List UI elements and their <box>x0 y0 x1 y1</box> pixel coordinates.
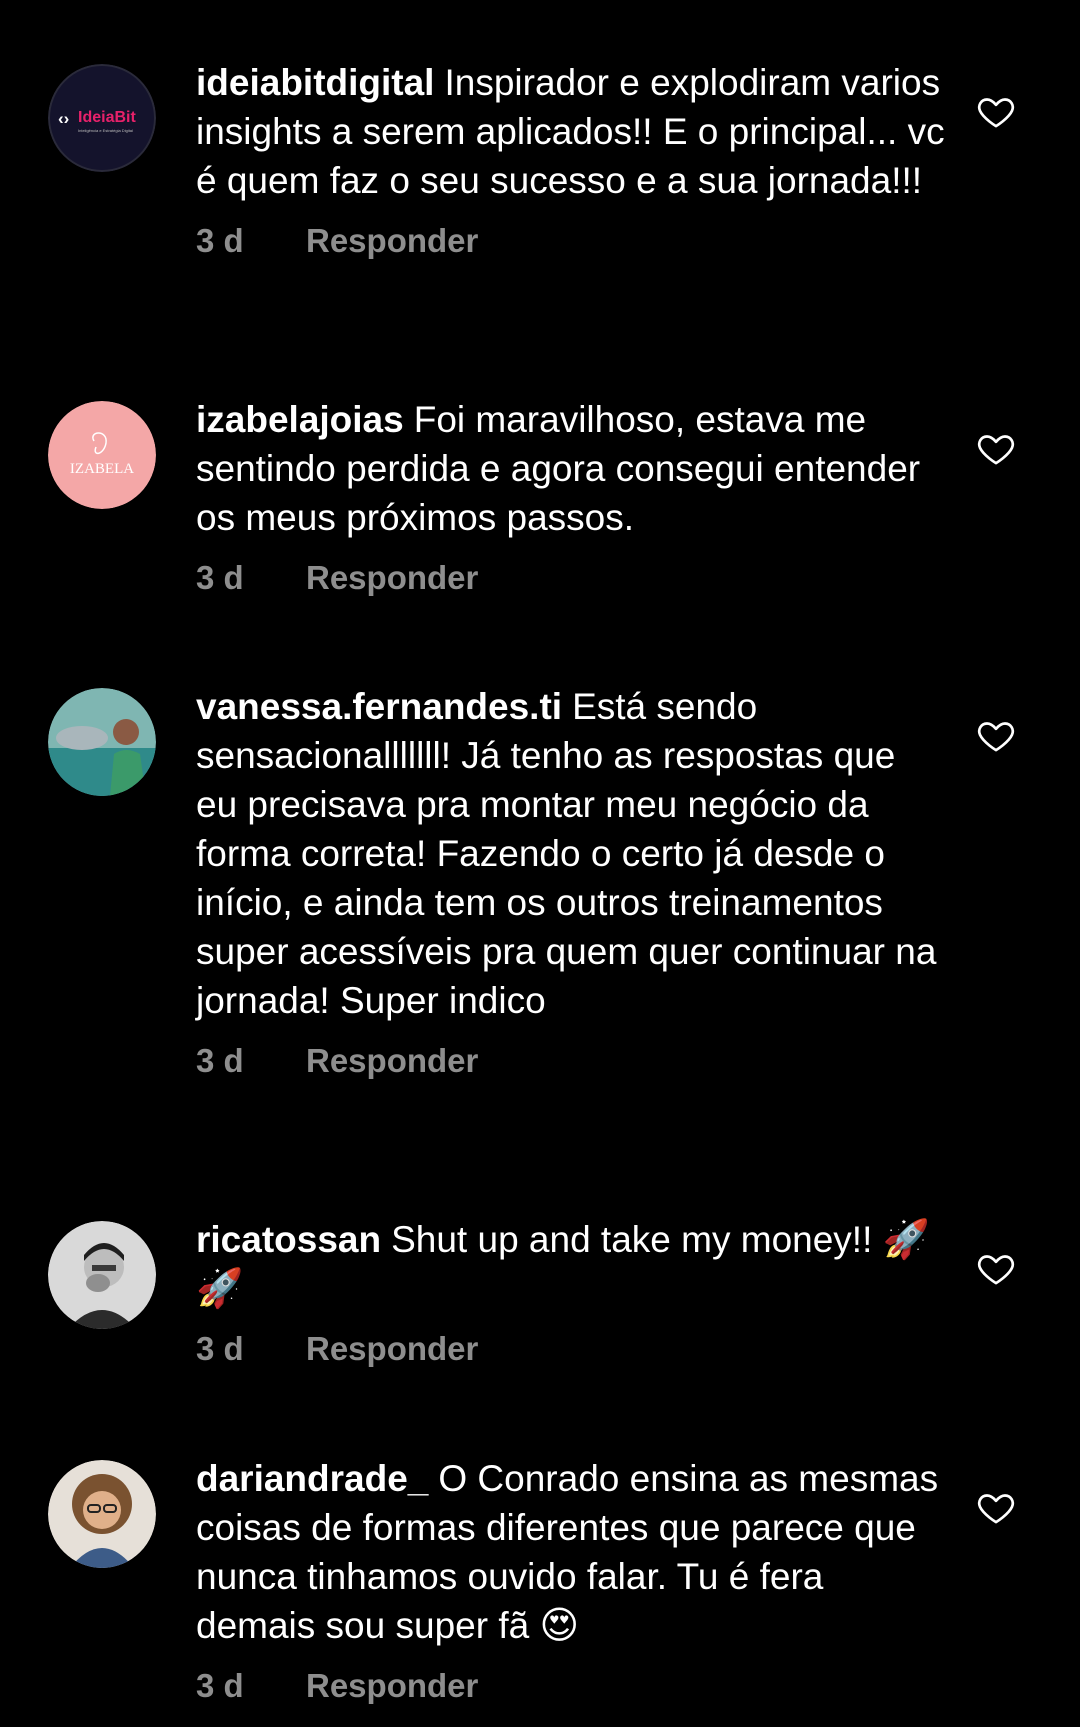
comment-text: Está sendo sensacionalllllll! Já tenho a… <box>196 686 937 1021</box>
comment-username[interactable]: ideiabitdigital <box>196 62 434 103</box>
comment-username[interactable]: ricatossan <box>196 1219 381 1260</box>
comment-username[interactable]: izabelajoias <box>196 399 404 440</box>
heart-icon[interactable] <box>976 1249 1016 1289</box>
avatar[interactable] <box>48 1221 156 1329</box>
heart-icon[interactable] <box>976 429 1016 469</box>
comment-text-block: vanessa.fernandes.ti Está sendo sensacion… <box>196 682 946 1025</box>
comment-body: ricatossan Shut up and take my money!! 🚀🚀… <box>196 1215 946 1371</box>
comments-list: ‹› IdeiaBit Inteligência e Estratégia Di… <box>0 0 1080 1727</box>
comment-body: izabelajoias Foi maravilhoso, estava me s… <box>196 395 946 600</box>
comment-time: 3 d <box>196 559 244 596</box>
comment-meta: 3 d Responder <box>196 1327 946 1371</box>
heart-icon[interactable] <box>976 92 1016 132</box>
comment-time: 3 d <box>196 222 244 259</box>
comment-text-block: izabelajoias Foi maravilhoso, estava me s… <box>196 395 946 542</box>
comment-body: ideiabitdigital Inspirador e explodiram v… <box>196 58 946 263</box>
avatar[interactable] <box>48 1460 156 1568</box>
comment-username[interactable]: vanessa.fernandes.ti <box>196 686 562 727</box>
comment-time: 3 d <box>196 1330 244 1367</box>
avatar-logo-text: IdeiaBit <box>78 109 136 126</box>
comment-text-block: ricatossan Shut up and take my money!! 🚀🚀 <box>196 1215 946 1313</box>
heart-eyes-emoji: 😍 <box>539 1603 580 1647</box>
avatar[interactable] <box>48 688 156 796</box>
reply-button[interactable]: Responder <box>306 219 478 263</box>
comment-meta: 3 d Responder <box>196 1039 946 1083</box>
comment-text-block: ideiabitdigital Inspirador e explodiram v… <box>196 58 946 205</box>
heart-icon[interactable] <box>976 716 1016 756</box>
comment-body: dariandrade_ O Conrado ensina as mesmas c… <box>196 1454 946 1708</box>
reply-button[interactable]: Responder <box>306 1039 478 1083</box>
avatar[interactable]: ‹› IdeiaBit Inteligência e Estratégia Di… <box>48 64 156 172</box>
comment-time: 3 d <box>196 1042 244 1079</box>
comment-meta: 3 d Responder <box>196 556 946 600</box>
comment-meta: 3 d Responder <box>196 1664 946 1708</box>
comment-time: 3 d <box>196 1667 244 1704</box>
comment-body: vanessa.fernandes.ti Está sendo sensacion… <box>196 682 946 1083</box>
svg-text:‹›: ‹› <box>58 109 69 128</box>
comment-text-block: dariandrade_ O Conrado ensina as mesmas c… <box>196 1454 946 1650</box>
reply-button[interactable]: Responder <box>306 556 478 600</box>
heart-icon[interactable] <box>976 1488 1016 1528</box>
avatar-sub-text: Inteligência e Estratégia Digital <box>78 128 133 133</box>
avatar-logo-text: IZABELA <box>70 461 134 477</box>
comment-meta: 3 d Responder <box>196 219 946 263</box>
avatar[interactable]: IZABELA <box>48 401 156 509</box>
reply-button[interactable]: Responder <box>306 1664 478 1708</box>
comment-username[interactable]: dariandrade_ <box>196 1458 428 1499</box>
reply-button[interactable]: Responder <box>306 1327 478 1371</box>
comment-text: Shut up and take my money!! <box>391 1219 873 1260</box>
